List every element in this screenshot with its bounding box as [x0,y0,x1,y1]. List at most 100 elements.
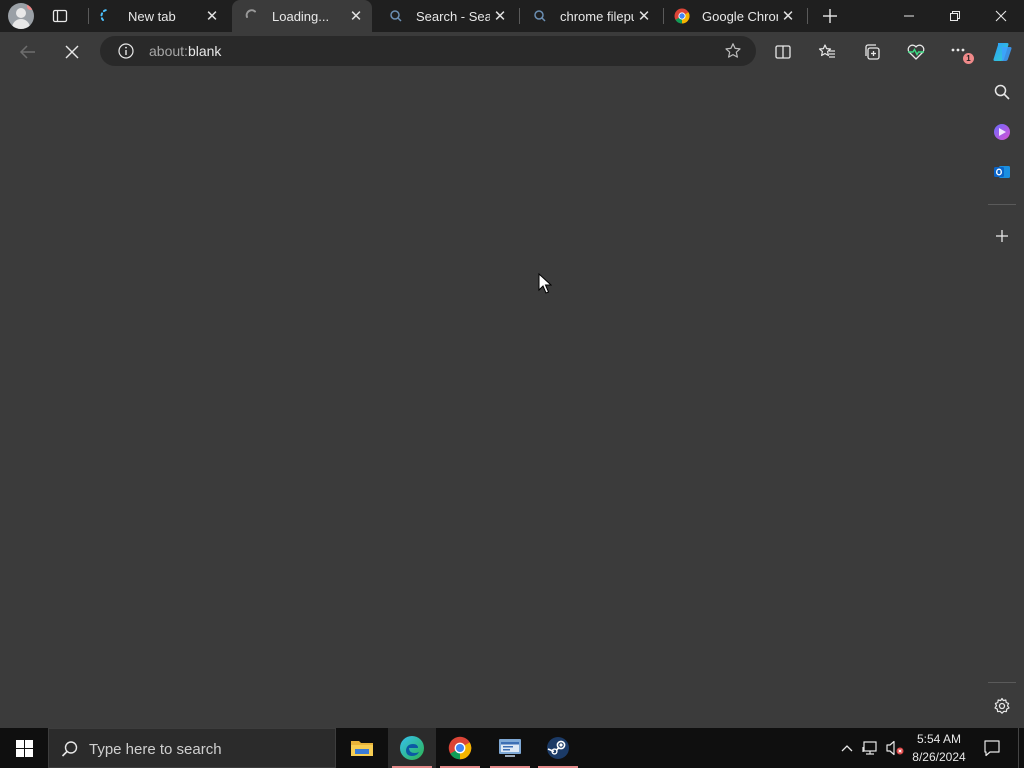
tab-title: Search - Search [416,8,490,24]
tab-title: New tab [128,8,176,24]
tab-actions-icon [52,9,68,23]
tab-close-icon[interactable]: ✕ [778,6,798,26]
favorite-star-icon[interactable] [724,42,742,60]
profile-notification-dot [27,3,34,10]
settings-and-more-button[interactable]: 1 [944,36,976,68]
search-favicon-icon [388,8,404,24]
plus-icon [996,230,1008,242]
split-screen-icon [775,45,791,59]
copilot-icon [993,43,1012,61]
sidebar-add-button[interactable] [988,222,1016,250]
collections-button[interactable] [856,36,888,68]
tab-title: chrome filepun [560,8,634,24]
taskbar-chrome[interactable] [436,728,484,768]
system-clock[interactable]: 5:54 AM 8/26/2024 [904,730,974,766]
search-icon [61,741,78,757]
back-arrow-icon [19,45,35,59]
sidebar-settings-button[interactable] [988,692,1016,720]
windows-logo-icon [15,739,33,757]
edge-icon [400,736,424,760]
folder-icon [351,741,373,756]
tab-close-icon[interactable]: ✕ [490,6,510,26]
volume-muted-icon [886,740,904,756]
show-desktop-button[interactable] [1018,728,1024,768]
clock-time: 5:54 AM [916,732,962,746]
clock-date: 8/26/2024 [912,750,966,764]
windows-taskbar: Type here to search 5:54 AM 8/26/2024 [0,728,1024,768]
tab-strip: New tab ✕ Loading... ✕ Search - Search ✕… [0,0,1024,32]
taskbar-search-placeholder: Type here to search [89,741,222,758]
gear-icon [994,697,1010,714]
split-screen-button[interactable] [767,36,799,68]
collections-icon [865,44,880,60]
edge-sidebar [980,72,1024,727]
taskbar-app[interactable] [486,728,534,768]
steam-icon [547,737,569,759]
tab-close-icon[interactable]: ✕ [346,6,366,26]
search-favicon-icon [532,8,548,24]
back-button[interactable] [12,36,44,68]
tab-new-tab[interactable]: New tab ✕ [88,0,228,32]
tab-google-chrome[interactable]: Google Chrome ✕ [664,0,804,32]
browser-toolbar: about:blank 1 [0,32,1024,72]
stop-loading-button[interactable] [56,36,88,68]
restore-icon [950,11,960,21]
page-content-blank [0,72,980,727]
tab-title: Loading... [272,8,330,24]
tab-separator [807,8,808,24]
tab-actions-button[interactable] [46,4,74,28]
favorites-button[interactable] [811,36,843,68]
sidebar-outlook-button[interactable] [988,158,1016,186]
chrome-icon [448,736,472,760]
taskbar-edge[interactable] [388,728,436,768]
mouse-cursor-icon [538,273,552,294]
url-host: blank [187,43,222,59]
notification-icon [984,740,1000,757]
restore-button[interactable] [932,0,978,32]
taskbar-search-box[interactable]: Type here to search [48,728,336,768]
browser-essentials-button[interactable] [900,36,932,68]
tab-chrome-filepun[interactable]: chrome filepun ✕ [520,0,660,32]
minimize-button[interactable] [886,0,932,32]
close-icon [65,45,79,59]
notification-badge: 1 [963,53,974,64]
new-tab-button[interactable] [818,4,842,28]
tab-loading-spinner-icon [100,8,116,24]
tab-search[interactable]: Search - Search ✕ [376,0,516,32]
favorites-list-icon [818,44,835,58]
chevron-up-icon [841,745,853,752]
network-icon [862,741,877,755]
tab-loading-spinner-icon [244,8,260,24]
start-button[interactable] [0,728,48,768]
address-bar[interactable]: about:blank [100,36,756,66]
app-window-icon [499,739,521,757]
tab-loading[interactable]: Loading... ✕ [232,0,372,32]
network-button[interactable] [860,728,882,768]
sidebar-copilot-designer-button[interactable] [988,118,1016,146]
copilot-button[interactable] [986,36,1018,68]
search-icon [994,84,1010,100]
volume-button[interactable] [884,728,906,768]
address-url[interactable]: about:blank [149,43,221,59]
plus-icon [823,9,837,23]
designer-icon [994,124,1010,140]
action-center-button[interactable] [980,728,1004,768]
tab-close-icon[interactable]: ✕ [634,6,654,26]
profile-avatar[interactable] [8,3,34,29]
tab-close-icon[interactable]: ✕ [202,6,222,26]
sidebar-separator [988,682,1016,683]
tab-title: Google Chrome [702,8,778,24]
sidebar-search-button[interactable] [988,78,1016,106]
close-window-button[interactable] [978,0,1024,32]
minimize-icon [904,15,914,17]
taskbar-file-explorer[interactable] [338,728,386,768]
heart-pulse-icon [907,44,925,60]
info-icon[interactable] [118,43,134,59]
chrome-icon [674,8,690,24]
outlook-icon [994,166,1010,178]
url-scheme: about: [149,43,188,59]
sidebar-separator [988,204,1016,205]
show-hidden-icons-button[interactable] [838,728,856,768]
taskbar-steam[interactable] [534,728,582,768]
close-icon [995,10,1007,22]
